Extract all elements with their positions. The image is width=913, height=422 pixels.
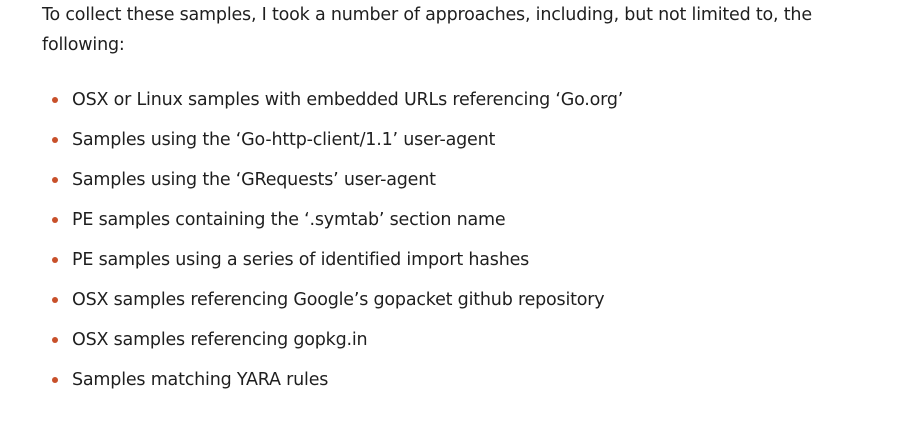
article-body: To collect these samples, I took a numbe… bbox=[42, 0, 862, 390]
list-item: Samples matching YARA rules bbox=[42, 366, 862, 406]
list-item: PE samples containing the ‘.symtab’ sect… bbox=[42, 206, 862, 246]
list-item: Samples using the ‘Go-http-client/1.1’ u… bbox=[42, 126, 862, 166]
bullet-icon bbox=[52, 337, 58, 343]
bullet-icon bbox=[52, 137, 58, 143]
intro-paragraph: To collect these samples, I took a numbe… bbox=[42, 5, 812, 55]
list-item-text: PE samples using a series of identified … bbox=[72, 250, 530, 270]
approaches-list: OSX or Linux samples with embedded URLs … bbox=[42, 86, 862, 406]
list-item-text: PE samples containing the ‘.symtab’ sect… bbox=[72, 210, 506, 230]
list-item-text: Samples using the ‘Go-http-client/1.1’ u… bbox=[72, 130, 496, 150]
list-item: OSX or Linux samples with embedded URLs … bbox=[42, 86, 862, 126]
list-item-text: OSX samples referencing Google’s gopacke… bbox=[72, 290, 605, 310]
list-item: PE samples using a series of identified … bbox=[42, 246, 862, 286]
list-item: OSX samples referencing Google’s gopacke… bbox=[42, 286, 862, 326]
list-item: Samples using the ‘GRequests’ user-agent bbox=[42, 166, 862, 206]
bullet-icon bbox=[52, 297, 58, 303]
bullet-icon bbox=[52, 217, 58, 223]
bullet-icon bbox=[52, 97, 58, 103]
list-item: OSX samples referencing gopkg.in bbox=[42, 326, 862, 366]
bullet-icon bbox=[52, 257, 58, 263]
bullet-icon bbox=[52, 377, 58, 383]
list-item-text: Samples using the ‘GRequests’ user-agent bbox=[72, 170, 436, 190]
list-item-text: Samples matching YARA rules bbox=[72, 370, 329, 390]
list-item-text: OSX or Linux samples with embedded URLs … bbox=[72, 90, 624, 110]
list-item-text: OSX samples referencing gopkg.in bbox=[72, 330, 368, 350]
bullet-icon bbox=[52, 177, 58, 183]
